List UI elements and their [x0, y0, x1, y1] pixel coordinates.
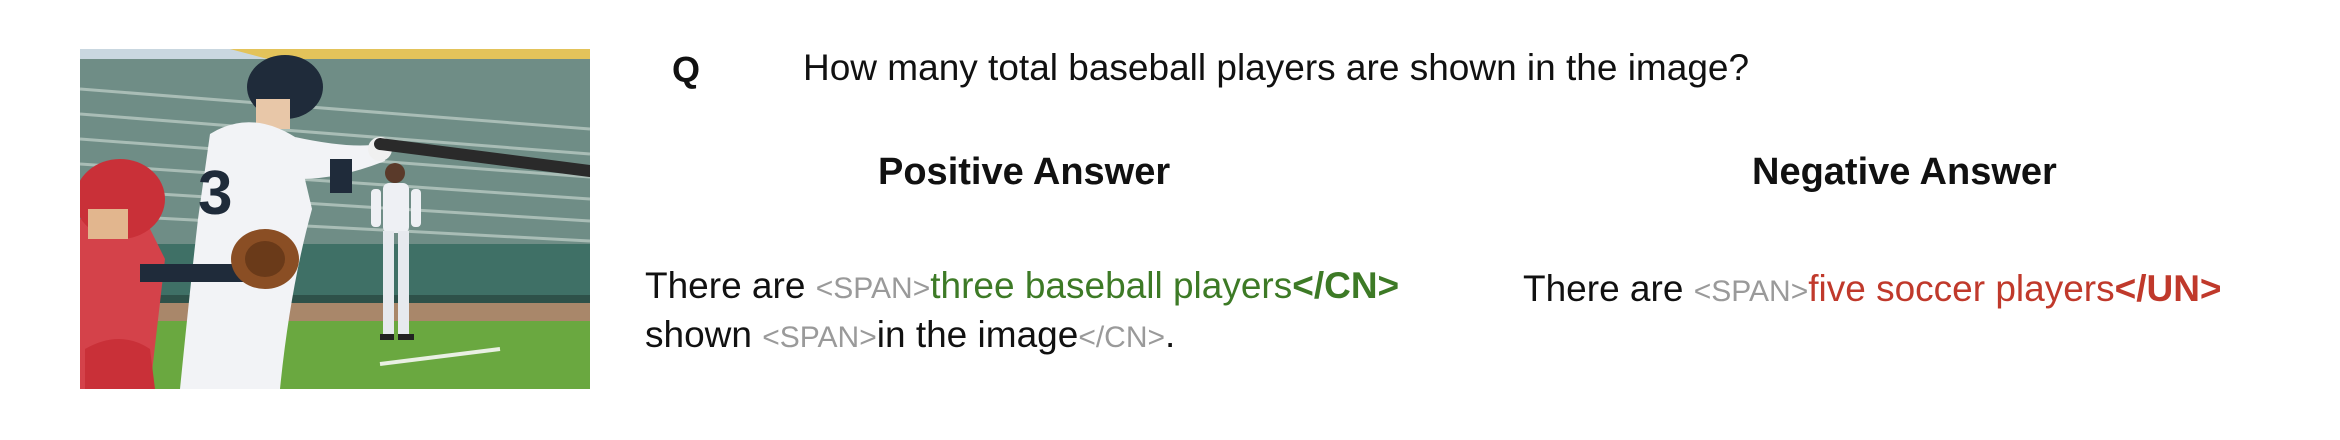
question-text: How many total baseball players are show…	[803, 47, 1750, 88]
positive-answer-line-2: shown <SPAN>in the image</CN>.	[645, 311, 1175, 362]
question-marker: Q	[672, 49, 701, 90]
positive-answer-line-1: There are <SPAN>three baseball players</…	[645, 262, 1399, 313]
negative-answer-line: There are <SPAN>five soccer players</UN>	[1523, 265, 2222, 316]
negative-prefix: There are	[1523, 268, 1694, 309]
positive-answer-heading: Positive Answer	[878, 151, 1171, 193]
negative-answer-heading: Negative Answer	[1752, 151, 2057, 193]
svg-text:3: 3	[198, 159, 232, 228]
cn-close-tag: </CN>	[1292, 265, 1400, 306]
cn-close-tag-2: </CN>	[1078, 321, 1166, 354]
positive-period: .	[1165, 314, 1176, 355]
negative-highlight: five soccer players	[1808, 268, 2115, 309]
span-open-tag-2: <SPAN>	[762, 321, 877, 354]
positive-phrase-in-image: in the image	[876, 314, 1079, 355]
positive-word-shown: shown	[645, 314, 763, 355]
un-close-tag: </UN>	[2114, 268, 2222, 309]
baseball-photo: 3	[80, 49, 590, 389]
negative-span-open-tag: <SPAN>	[1693, 275, 1809, 308]
positive-highlight: three baseball players	[930, 265, 1293, 306]
span-open-tag: <SPAN>	[815, 272, 931, 305]
positive-prefix: There are	[645, 265, 816, 306]
